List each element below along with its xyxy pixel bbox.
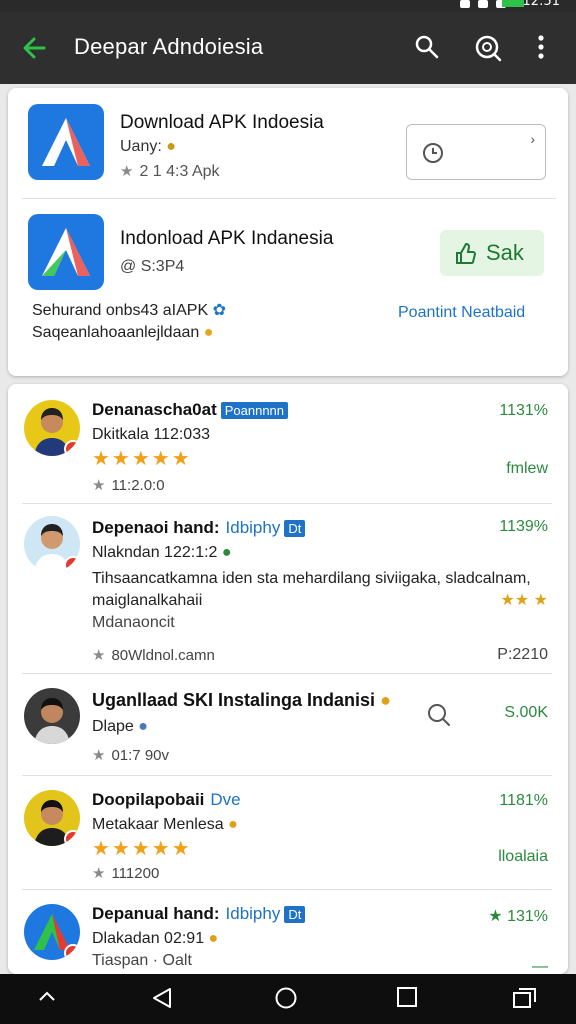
reviewer-name: Doopilapobaii Dve: [92, 790, 241, 809]
review-row[interactable]: Denanascha0at Poannnnn Dkitkala 112:033 ★…: [8, 384, 568, 504]
star-icon: ★: [120, 163, 134, 180]
review-link[interactable]: fmlew: [506, 460, 548, 478]
app-subtitle: Uany: ●: [120, 138, 176, 155]
avatar: [24, 904, 80, 960]
home-icon[interactable]: [274, 986, 298, 1015]
thumb-icon: [456, 242, 476, 264]
review-subline: Dlape ●: [92, 718, 148, 735]
app-logo-icon[interactable]: [28, 104, 104, 180]
review-row[interactable]: Depanual hand: Idbiphy Dt Dlakadan 02:91 ●…: [8, 890, 568, 974]
star-icon: ★: [92, 747, 106, 764]
review-meta: ★ 11:2.0:0: [92, 477, 165, 494]
review-meta: ★ 01:7 90v: [92, 747, 169, 764]
back-arrow-icon[interactable]: [20, 34, 48, 67]
app-rating: ★ 2 1 4:3 Apk: [120, 163, 220, 180]
review-count: S.00K: [504, 704, 548, 721]
search-icon[interactable]: [414, 34, 440, 65]
multi-window-icon[interactable]: [512, 986, 538, 1015]
review-percent: ★ 131%: [488, 908, 548, 925]
review-subline: Metakaar Menlesa ●: [92, 816, 238, 833]
star-icon: ★: [92, 865, 106, 882]
reviewer-name: Denanascha0at Poannnnn: [92, 400, 289, 420]
reviewer-name: Depenaoi hand: Idbiphy Dt: [92, 518, 306, 538]
avatar: [24, 688, 80, 744]
app-title[interactable]: Download APK Indoesia: [120, 112, 324, 134]
more-vert-icon[interactable]: [536, 34, 546, 65]
review-percent: 1131%: [499, 402, 548, 419]
review-percent: 1139%: [499, 518, 548, 535]
apps-card: Download APK Indoesia Uany: ● ★ 2 1 4:3 A…: [8, 88, 568, 376]
review-percent: 1181%: [499, 792, 548, 809]
details-link[interactable]: Poantint Neatbaid: [398, 304, 525, 322]
app-logo-icon[interactable]: [28, 214, 104, 290]
review-body: Mdanaoncit: [92, 614, 175, 631]
review-meta: ★ 80Wldnol.camn: [92, 647, 215, 664]
review-subline: Dlakadan 02:91 ●: [92, 930, 219, 947]
status-icons: [460, 0, 506, 8]
status-bar: 12:51: [0, 0, 576, 12]
review-body: Tiaspan · Oalt: [92, 952, 192, 969]
review-body: Tihsaancatkamna iden sta mehardilang siv…: [92, 570, 531, 587]
status-time: 12:51: [522, 0, 560, 9]
review-code: P:2210: [497, 646, 548, 663]
collapse-icon[interactable]: [36, 986, 58, 1013]
star-icon: ★: [92, 647, 106, 664]
app-bar: Deepar Adndoiesia: [0, 12, 576, 84]
review-link[interactable]: —: [532, 958, 548, 974]
search-icon[interactable]: [426, 702, 452, 733]
star-icon: ★: [92, 477, 106, 494]
app-description-line: Sehurand onbs43 aIAPK ✿: [32, 302, 226, 319]
avatar: [24, 516, 80, 572]
battery-icon: [502, 0, 524, 7]
chevron-icon: ›: [530, 131, 535, 147]
review-subline: Dkitkala 112:033: [92, 426, 210, 443]
install-button[interactable]: Sak: [440, 230, 544, 276]
avatar: [24, 400, 80, 456]
avatar: [24, 790, 80, 846]
app-version: @ S:3P4: [120, 258, 185, 275]
review-subline: Nlakndan 122:1:2 ●: [92, 544, 232, 561]
app-title[interactable]: Indonload APK Indanesia: [120, 228, 333, 250]
review-meta: ★ 111200: [92, 865, 160, 882]
back-icon[interactable]: [150, 986, 174, 1015]
review-row[interactable]: Uganllaad SKI Instalinga Indanisi ● Dlap…: [8, 674, 568, 776]
system-nav-bar: [0, 974, 576, 1024]
review-stars-small: ★★ ★: [500, 592, 548, 609]
clock-icon: [423, 143, 443, 163]
app-description-line: Saqeanlahoaanlejldaan ●: [32, 324, 214, 341]
review-link[interactable]: lloalaia: [498, 848, 548, 866]
rating-stars: ★★★★★: [92, 448, 192, 470]
open-app-button[interactable]: ›: [406, 124, 546, 180]
reviewer-name: Depanual hand: Idbiphy Dt: [92, 904, 306, 924]
reviews-card: Denanascha0at Poannnnn Dkitkala 112:033 ★…: [8, 384, 568, 974]
rating-stars: ★★★★★: [92, 838, 192, 860]
reviewer-name: Uganllaad SKI Instalinga Indanisi ●: [92, 690, 391, 710]
review-body: maiglanalkahaii: [92, 592, 203, 609]
page-title: Deepar Adndoiesia: [74, 34, 264, 59]
review-row[interactable]: Depenaoi hand: Idbiphy Dt Nlakndan 122:1:2…: [8, 504, 568, 674]
review-row[interactable]: Doopilapobaii Dve Metakaar Menlesa ● ★★★★…: [8, 776, 568, 890]
zoom-search-icon[interactable]: [474, 34, 502, 67]
recents-icon[interactable]: [396, 986, 418, 1013]
